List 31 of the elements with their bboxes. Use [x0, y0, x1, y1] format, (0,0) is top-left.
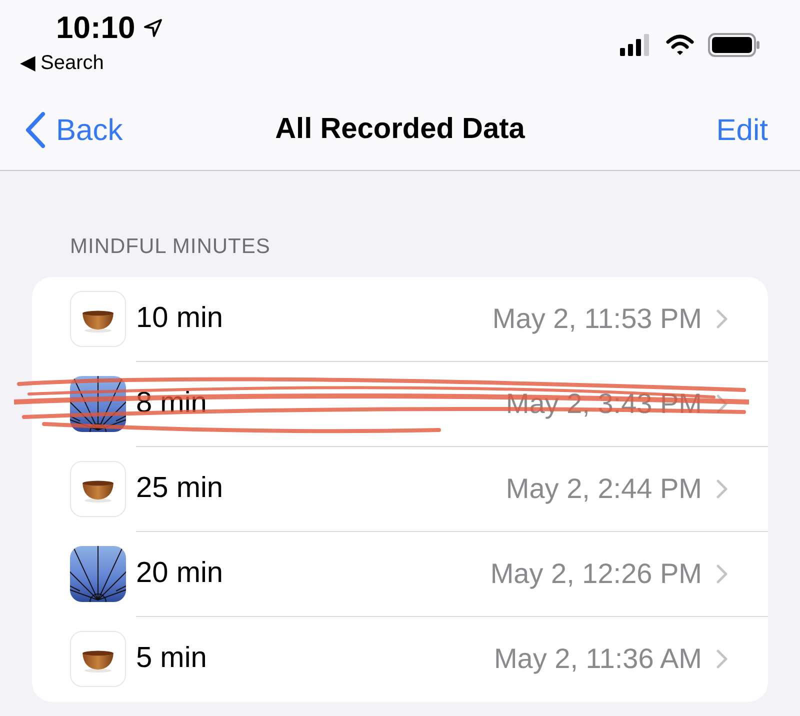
chevron-right-icon — [716, 308, 728, 328]
signal-icon — [620, 34, 652, 56]
location-arrow-icon — [143, 18, 164, 38]
record-row[interactable]: 5 min May 2, 11:36 AM — [70, 616, 768, 702]
date-label: May 2, 11:36 AM — [494, 642, 702, 676]
section-header: MINDFUL MINUTES — [69, 234, 272, 260]
duration-label: 5 min — [136, 641, 207, 676]
wifi-icon — [666, 34, 694, 56]
bowl-icon — [70, 461, 126, 517]
chevron-right-icon — [716, 564, 728, 584]
date-label: May 2, 12:26 PM — [490, 556, 702, 591]
clock-time: 10:10 — [56, 12, 136, 43]
bowl-icon — [70, 291, 126, 347]
bowl-icon — [70, 631, 126, 687]
date-label: May 2, 11:53 PM — [492, 302, 702, 336]
edit-button[interactable]: Edit — [716, 108, 776, 152]
chevron-right-icon — [716, 478, 728, 498]
record-row[interactable]: 10 min May 2, 11:53 PM — [70, 276, 768, 362]
duration-label: 10 min — [136, 300, 224, 336]
chevron-left-icon — [24, 111, 46, 149]
back-to-search-link[interactable]: ◀ Search — [20, 53, 164, 73]
screen-title: All Recorded Data — [275, 112, 525, 148]
record-row[interactable]: 20 min May 2, 12:26 PM — [70, 532, 768, 616]
duration-label: 25 min — [136, 470, 224, 506]
battery-icon — [708, 33, 760, 57]
duration-label: 20 min — [136, 556, 224, 591]
chevron-right-icon — [716, 649, 728, 669]
sunrays-icon — [70, 546, 126, 602]
back-button[interactable]: Back — [24, 108, 123, 152]
record-row[interactable]: 25 min May 2, 2:44 PM — [70, 446, 768, 532]
date-label: May 2, 2:44 PM — [506, 472, 702, 506]
